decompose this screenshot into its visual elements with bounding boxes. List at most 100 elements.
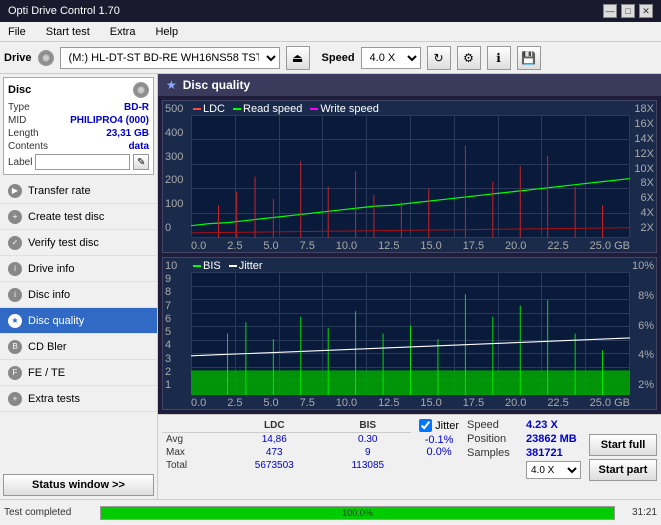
sidebar-item-drive-info[interactable]: i Drive info [0,256,157,282]
avg-bis: 0.30 [324,433,411,447]
legend-bis-label: BIS [203,260,221,272]
position-row: Position 23862 MB [467,433,581,445]
legend-ldc: LDC [193,103,225,115]
label-edit-button[interactable]: ✎ [133,154,149,170]
menu-extra[interactable]: Extra [106,24,140,40]
stats-row-total: Total 5673503 113085 [162,459,411,472]
sidebar-item-transfer-rate[interactable]: ▶ Transfer rate [0,178,157,204]
drive-selector[interactable]: (M:) HL-DT-ST BD-RE WH16NS58 TST4 [60,47,280,69]
chart2-svg [191,272,630,395]
start-full-button[interactable]: Start full [589,434,657,456]
titlebar: Opti Drive Control 1.70 — □ ✕ [0,0,661,22]
mid-label: MID [8,115,26,126]
verify-test-disc-icon: ✓ [8,236,22,250]
chart-ldc: LDC Read speed Write speed 5004003002001… [162,100,657,253]
sidebar-item-cd-bler[interactable]: B CD Bler [0,334,157,360]
total-bis: 113085 [324,459,411,472]
progress-bar: 100.0% [100,506,615,520]
stats-panel: LDC BIS Avg 14,86 0.30 Max 473 [158,414,661,499]
disc-icon [38,50,54,66]
chart1-y-axis: 5004003002001000 [163,101,191,236]
sidebar: Disc Type BD-R MID PHILIPRO4 (000) Lengt… [0,74,158,499]
save-button[interactable]: 💾 [517,46,541,70]
label-input[interactable] [35,154,130,170]
sidebar-item-disc-info[interactable]: i Disc info [0,282,157,308]
nav-label-drive-info: Drive info [28,263,74,275]
max-bis: 9 [324,446,411,459]
legend-read-speed: Read speed [233,103,302,115]
start-part-label: Start part [599,464,648,476]
progress-label: 100.0% [101,507,614,519]
minimize-button[interactable]: — [603,4,617,18]
jitter-max: 0.0% [425,446,454,458]
write-speed-color [310,108,318,110]
eject-button[interactable]: ⏏ [286,46,310,70]
transfer-rate-icon: ▶ [8,184,22,198]
main-layout: Disc Type BD-R MID PHILIPRO4 (000) Lengt… [0,74,661,499]
avg-label: Avg [162,433,224,447]
legend-bis: BIS [193,260,221,272]
chart1-legend: LDC Read speed Write speed [193,103,379,115]
refresh-button[interactable]: ↻ [427,46,451,70]
speed-selector[interactable]: 4.0 X [361,47,421,69]
disc-panel: Disc Type BD-R MID PHILIPRO4 (000) Lengt… [3,77,154,175]
disc-info-icon: i [8,288,22,302]
chart-bis: BIS Jitter 10987654321 10%8%6%4%2% [162,257,657,410]
close-button[interactable]: ✕ [639,4,653,18]
settings-button[interactable]: ⚙ [457,46,481,70]
nav-label-verify-test-disc: Verify test disc [28,237,99,249]
sidebar-item-extra-tests[interactable]: + Extra tests [0,386,157,412]
time-display: 31:21 [621,507,657,518]
speed-stat-label: Speed [467,419,522,431]
position-value: 23862 MB [526,433,581,445]
length-label: Length [8,128,39,139]
extra-tests-icon: + [8,392,22,406]
info-button[interactable]: ℹ [487,46,511,70]
speed-stat-value: 4.23 X [526,419,581,431]
jitter-total [425,458,454,470]
content-header-title: Disc quality [183,78,250,92]
legend-ldc-label: LDC [203,103,225,115]
menu-start-test[interactable]: Start test [42,24,94,40]
titlebar-controls: — □ ✕ [603,4,653,18]
status-text: Test completed [4,507,94,518]
start-full-label: Start full [601,439,646,451]
menu-help[interactable]: Help [151,24,182,40]
jitter-avg: -0.1% [425,434,454,446]
stats-table: LDC BIS Avg 14,86 0.30 Max 473 [162,419,411,495]
maximize-button[interactable]: □ [621,4,635,18]
menu-file[interactable]: File [4,24,30,40]
content-header: ★ Disc quality [158,74,661,96]
samples-row: Samples 381721 [467,447,581,459]
jitter-color [229,265,237,267]
col-ldc: LDC [224,419,324,433]
chart1-x-axis: 0.02.55.07.510.012.515.017.520.022.525.0… [191,238,630,252]
chart2-legend: BIS Jitter [193,260,263,272]
disc-quality-icon: ★ [8,314,22,328]
legend-write-speed: Write speed [310,103,379,115]
nav-label-extra-tests: Extra tests [28,393,80,405]
sidebar-item-fe-te[interactable]: F FE / TE [0,360,157,386]
speed-select-dropdown[interactable]: 4.0 X [526,461,581,479]
ldc-color [193,108,201,110]
chart2-y-axis: 10987654321 [163,258,191,393]
action-buttons: Start full Start part [589,419,657,495]
samples-label: Samples [467,447,522,459]
speed-label: Speed [322,52,355,64]
samples-value: 381721 [526,447,581,459]
sidebar-item-disc-quality[interactable]: ★ Disc quality [0,308,157,334]
avg-ldc: 14,86 [224,433,324,447]
col-empty [162,419,224,433]
sidebar-item-verify-test-disc[interactable]: ✓ Verify test disc [0,230,157,256]
chart1-svg [191,115,630,238]
start-part-button[interactable]: Start part [589,459,657,481]
status-window-button[interactable]: Status window >> [3,474,154,496]
drive-info-icon: i [8,262,22,276]
jitter-checkbox[interactable] [419,419,432,432]
chart1-y-axis-right: 18X16X14X12X10X8X6X4X2X [630,101,656,236]
type-label: Type [8,102,30,113]
nav-label-create-test-disc: Create test disc [28,211,104,223]
sidebar-item-create-test-disc[interactable]: + Create test disc [0,204,157,230]
stats-row-avg: Avg 14,86 0.30 [162,433,411,447]
legend-jitter: Jitter [229,260,263,272]
